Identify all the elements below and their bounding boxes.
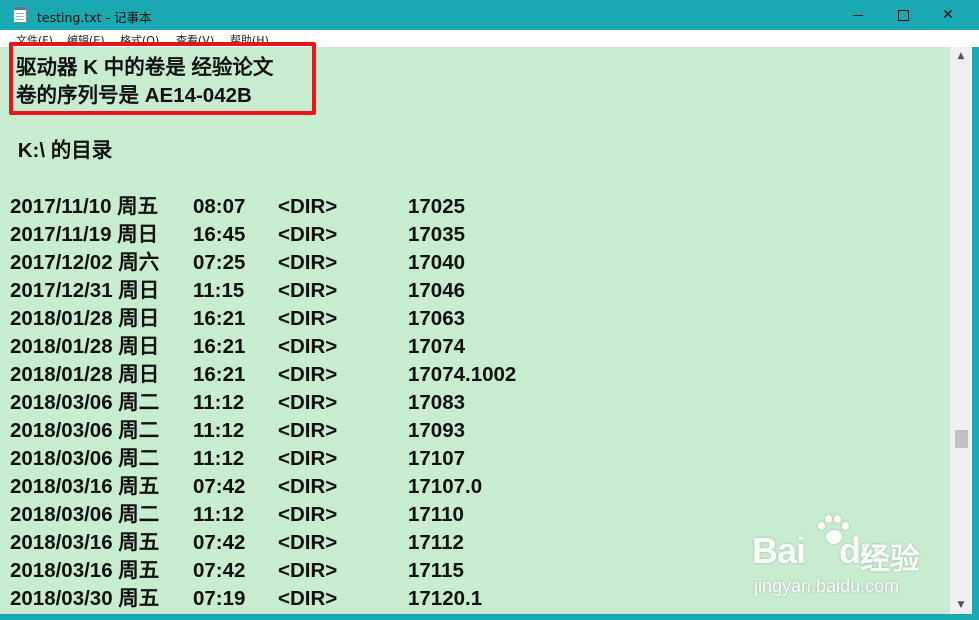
row-type: <DIR> — [278, 531, 338, 554]
row-name: 17046 — [408, 279, 466, 302]
row-name: 17115 — [408, 559, 464, 582]
row-type: <DIR> — [278, 475, 338, 498]
row-date: 2018/03/06 周二 — [10, 419, 160, 442]
row-name: 17074 — [408, 335, 466, 358]
row-name: 17074.1002 — [408, 363, 517, 386]
row-type: <DIR> — [278, 503, 338, 526]
row-time: 07:19 — [193, 587, 246, 610]
row-time: 11:12 — [193, 503, 245, 526]
window-title: testing.txt - 记事本 — [37, 10, 152, 25]
row-name: 17083 — [408, 391, 466, 414]
row-time: 07:42 — [193, 475, 246, 498]
row-type: <DIR> — [278, 251, 338, 274]
row-date: 2018/03/06 周二 — [10, 447, 160, 470]
close-icon: ✕ — [942, 7, 954, 23]
row-date: 2018/03/16 周五 — [10, 559, 160, 582]
row-type: <DIR> — [278, 559, 338, 582]
row-date: 2018/03/06 周二 — [10, 391, 160, 414]
row-time: 11:15 — [193, 279, 245, 302]
watermark-url: jingyan.baidu.com — [754, 576, 900, 596]
row-date: 2017/12/31 周日 — [10, 279, 160, 302]
row-date: 2018/03/30 周五 — [10, 587, 160, 610]
row-time: 16:21 — [193, 335, 246, 358]
row-date: 2017/11/10 周五 — [10, 195, 159, 218]
row-time: 16:21 — [193, 363, 246, 386]
row-time: 11:12 — [193, 447, 245, 470]
row-type: <DIR> — [278, 279, 338, 302]
row-name: 17120.1 — [408, 587, 483, 610]
row-time: 07:25 — [193, 251, 246, 274]
scrollbar-thumb[interactable] — [955, 430, 968, 448]
row-type: <DIR> — [278, 447, 338, 470]
window-frame-bottom — [0, 614, 979, 620]
highlight-box — [9, 42, 316, 115]
row-name: 17040 — [408, 251, 466, 274]
scroll-up-icon[interactable]: ▲ — [950, 47, 972, 65]
row-type: <DIR> — [278, 223, 338, 246]
directory-heading: K:\ 的目录 — [12, 139, 113, 162]
row-name: 17025 — [408, 195, 466, 218]
row-date: 2018/01/28 周日 — [10, 363, 160, 386]
baidu-watermark: Bai du 经验 jingyan.baidu.com — [752, 512, 942, 602]
row-type: <DIR> — [278, 363, 338, 386]
row-date: 2017/11/19 周日 — [10, 223, 159, 246]
row-name: 17110 — [408, 503, 464, 526]
paw-icon — [812, 512, 852, 552]
row-date: 2018/01/28 周日 — [10, 307, 160, 330]
row-time: 16:45 — [193, 223, 246, 246]
row-time: 08:07 — [193, 195, 246, 218]
row-name: 17035 — [408, 223, 466, 246]
row-time: 07:42 — [193, 559, 246, 582]
window-frame-right — [972, 47, 979, 620]
row-time: 16:21 — [193, 307, 246, 330]
row-type: <DIR> — [278, 419, 338, 442]
notepad-icon[interactable] — [13, 6, 27, 23]
scroll-down-icon[interactable]: ▼ — [950, 596, 972, 614]
row-name: 17107.0 — [408, 475, 483, 498]
row-date: 2018/01/28 周日 — [10, 335, 160, 358]
row-time: 11:12 — [193, 419, 245, 442]
row-date: 2018/03/16 周五 — [10, 475, 160, 498]
row-type: <DIR> — [278, 195, 338, 218]
maximize-icon — [897, 9, 909, 21]
row-date: 2018/03/16 周五 — [10, 531, 160, 554]
notepad-window: testing.txt - 记事本 ✕ 文件(F) 编辑(E) 格式(O) 查看… — [0, 0, 979, 620]
watermark-label: 经验 — [860, 542, 920, 577]
row-date: 2017/12/02 周六 — [10, 251, 160, 274]
row-time: 11:12 — [193, 391, 245, 414]
row-type: <DIR> — [278, 307, 338, 330]
row-type: <DIR> — [278, 335, 338, 358]
row-name: 17063 — [408, 307, 466, 330]
title-bar[interactable]: testing.txt - 记事本 ✕ — [0, 0, 979, 30]
row-name: 17112 — [408, 531, 464, 554]
minimize-icon — [853, 14, 863, 16]
close-button[interactable]: ✕ — [925, 0, 971, 30]
row-name: 17107 — [408, 447, 466, 470]
row-type: <DIR> — [278, 391, 338, 414]
row-date: 2018/03/06 周二 — [10, 503, 160, 526]
row-name: 17093 — [408, 419, 466, 442]
vertical-scrollbar[interactable]: ▲ ▼ — [950, 47, 972, 614]
row-time: 07:42 — [193, 531, 246, 554]
row-type: <DIR> — [278, 587, 338, 610]
minimize-button[interactable] — [835, 0, 881, 30]
maximize-button[interactable] — [880, 0, 926, 30]
